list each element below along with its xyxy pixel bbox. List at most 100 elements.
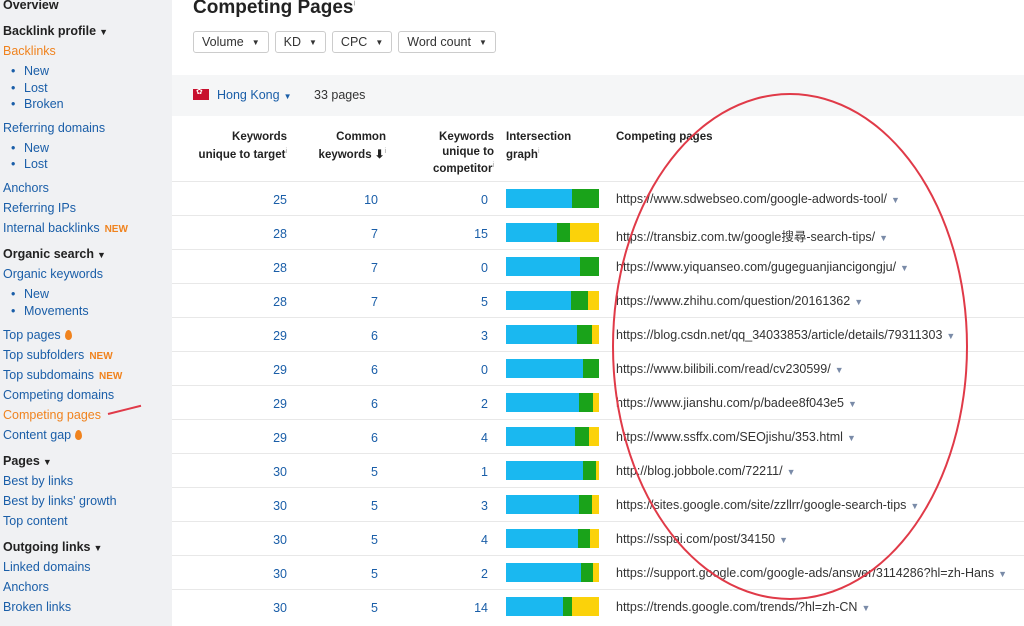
competing-page-link[interactable]: https://sspai.com/post/34150 ▼ <box>616 532 788 546</box>
filter-kd[interactable]: KD ▼ <box>274 31 326 53</box>
sidebar-item-referring-lost[interactable]: • Lost <box>11 156 48 172</box>
keywords-unique-to-target-cell[interactable]: 28 <box>247 261 287 275</box>
competing-page-url[interactable]: https://sites.google.com/site/zzllrr/goo… <box>616 498 906 512</box>
keywords-unique-to-target-cell[interactable]: 30 <box>247 499 287 513</box>
competing-page-url[interactable]: https://www.sdwebseo.com/google-adwords-… <box>616 192 887 206</box>
sidebar-item-top-subfolders[interactable]: Top subfolders NEW <box>3 347 113 365</box>
competing-page-link[interactable]: https://www.yiquanseo.com/gugeguanjianci… <box>616 260 909 274</box>
sidebar-item-organic-new[interactable]: • New <box>11 286 49 302</box>
keywords-unique-to-competitor-cell[interactable]: 2 <box>448 397 488 411</box>
sidebar-item-organic-movements[interactable]: • Movements <box>11 303 89 319</box>
competing-page-link[interactable]: https://www.jianshu.com/p/badee8f043e5 ▼ <box>616 396 857 410</box>
competing-page-link[interactable]: https://support.google.com/google-ads/an… <box>616 566 1007 580</box>
competing-page-url[interactable]: https://transbiz.com.tw/google搜尋-search-… <box>616 230 875 244</box>
common-keywords-cell[interactable]: 6 <box>338 397 378 411</box>
competing-page-url[interactable]: https://sspai.com/post/34150 <box>616 532 775 546</box>
chevron-down-icon[interactable]: ▼ <box>891 195 900 205</box>
column-header-common-keywords[interactable]: Common keywords ⬇i <box>292 130 386 162</box>
chevron-down-icon[interactable]: ▼ <box>787 467 796 477</box>
filter-cpc[interactable]: CPC ▼ <box>331 31 393 53</box>
country-selector[interactable]: Hong Kong ▼ <box>217 88 291 102</box>
common-keywords-cell[interactable]: 7 <box>338 261 378 275</box>
sidebar-organic-search[interactable]: Organic search ▼ <box>3 246 106 263</box>
chevron-down-icon[interactable]: ▼ <box>946 331 955 341</box>
sidebar-item-competing-pages[interactable]: Competing pages <box>3 407 101 423</box>
keywords-unique-to-competitor-cell[interactable]: 4 <box>448 431 488 445</box>
keywords-unique-to-competitor-cell[interactable]: 5 <box>448 295 488 309</box>
keywords-unique-to-target-cell[interactable]: 29 <box>247 363 287 377</box>
sidebar-backlink-profile[interactable]: Backlink profile ▼ <box>3 23 108 40</box>
common-keywords-cell[interactable]: 6 <box>338 329 378 343</box>
sidebar-item-backlinks-lost[interactable]: • Lost <box>11 80 48 96</box>
keywords-unique-to-competitor-cell[interactable]: 14 <box>448 601 488 615</box>
sidebar-item-competing-domains[interactable]: Competing domains <box>3 387 114 403</box>
sidebar-item-best-by-links-growth[interactable]: Best by links' growth <box>3 493 117 509</box>
sidebar-item-anchors[interactable]: Anchors <box>3 180 49 196</box>
competing-page-link[interactable]: https://www.sdwebseo.com/google-adwords-… <box>616 192 900 206</box>
chevron-down-icon[interactable]: ▼ <box>848 399 857 409</box>
sidebar-item-linked-domains[interactable]: Linked domains <box>3 559 91 575</box>
keywords-unique-to-target-cell[interactable]: 30 <box>247 465 287 479</box>
chevron-down-icon[interactable]: ▼ <box>779 535 788 545</box>
common-keywords-cell[interactable]: 7 <box>338 227 378 241</box>
common-keywords-cell[interactable]: 5 <box>338 533 378 547</box>
sidebar-item-backlinks[interactable]: Backlinks <box>3 43 56 59</box>
chevron-down-icon[interactable]: ▼ <box>900 263 909 273</box>
keywords-unique-to-target-cell[interactable]: 30 <box>247 567 287 581</box>
common-keywords-cell[interactable]: 5 <box>338 567 378 581</box>
competing-page-url[interactable]: https://www.bilibili.com/read/cv230599/ <box>616 362 831 376</box>
competing-page-link[interactable]: https://sites.google.com/site/zzllrr/goo… <box>616 498 919 512</box>
chevron-down-icon[interactable]: ▼ <box>847 433 856 443</box>
competing-page-url[interactable]: https://www.jianshu.com/p/badee8f043e5 <box>616 396 844 410</box>
sidebar-item-top-content[interactable]: Top content <box>3 513 68 529</box>
column-header-keywords-unique-to-target[interactable]: Keywords unique to targeti <box>187 130 287 162</box>
competing-page-url[interactable]: https://www.zhihu.com/question/20161362 <box>616 294 850 308</box>
common-keywords-cell[interactable]: 7 <box>338 295 378 309</box>
keywords-unique-to-target-cell[interactable]: 30 <box>247 533 287 547</box>
competing-page-link[interactable]: https://www.zhihu.com/question/20161362 ▼ <box>616 294 863 308</box>
competing-page-link[interactable]: https://www.bilibili.com/read/cv230599/ ▼ <box>616 362 844 376</box>
keywords-unique-to-target-cell[interactable]: 25 <box>247 193 287 207</box>
sidebar-item-top-subdomains[interactable]: Top subdomains NEW <box>3 367 122 385</box>
sidebar-item-content-gap[interactable]: Content gap <box>3 427 83 443</box>
keywords-unique-to-target-cell[interactable]: 28 <box>247 227 287 241</box>
info-icon[interactable]: i <box>353 0 355 8</box>
sidebar-item-referring-new[interactable]: • New <box>11 140 49 156</box>
sidebar-item-anchors-outgoing[interactable]: Anchors <box>3 579 49 595</box>
competing-page-link[interactable]: https://transbiz.com.tw/google搜尋-search-… <box>616 226 888 245</box>
sidebar-item-top-pages[interactable]: Top pages <box>3 327 72 343</box>
keywords-unique-to-competitor-cell[interactable]: 15 <box>448 227 488 241</box>
keywords-unique-to-target-cell[interactable]: 29 <box>247 329 287 343</box>
keywords-unique-to-competitor-cell[interactable]: 2 <box>448 567 488 581</box>
sidebar-item-internal-backlinks[interactable]: Internal backlinks NEW <box>3 220 128 238</box>
keywords-unique-to-target-cell[interactable]: 30 <box>247 601 287 615</box>
competing-page-url[interactable]: https://blog.csdn.net/qq_34033853/articl… <box>616 328 942 342</box>
filter-volume[interactable]: Volume ▼ <box>193 31 269 53</box>
competing-page-link[interactable]: https://trends.google.com/trends/?hl=zh-… <box>616 600 870 614</box>
sidebar-item-backlinks-new[interactable]: • New <box>11 63 49 79</box>
competing-page-link[interactable]: http://blog.jobbole.com/72211/ ▼ <box>616 464 795 478</box>
sidebar-item-referring-domains[interactable]: Referring domains <box>3 120 105 136</box>
common-keywords-cell[interactable]: 6 <box>338 363 378 377</box>
keywords-unique-to-target-cell[interactable]: 29 <box>247 397 287 411</box>
common-keywords-cell[interactable]: 10 <box>338 193 378 207</box>
chevron-down-icon[interactable]: ▼ <box>879 233 888 243</box>
common-keywords-cell[interactable]: 5 <box>338 601 378 615</box>
chevron-down-icon[interactable]: ▼ <box>998 569 1007 579</box>
competing-page-url[interactable]: http://blog.jobbole.com/72211/ <box>616 464 783 478</box>
common-keywords-cell[interactable]: 6 <box>338 431 378 445</box>
sidebar-item-best-by-links[interactable]: Best by links <box>3 473 73 489</box>
chevron-down-icon[interactable]: ▼ <box>854 297 863 307</box>
keywords-unique-to-target-cell[interactable]: 28 <box>247 295 287 309</box>
sidebar-item-organic-keywords[interactable]: Organic keywords <box>3 266 103 282</box>
competing-page-link[interactable]: https://blog.csdn.net/qq_34033853/articl… <box>616 328 955 342</box>
sidebar-outgoing-links[interactable]: Outgoing links ▼ <box>3 539 102 556</box>
column-header-keywords-unique-to-competitor[interactable]: Keywords unique to competitori <box>402 130 494 176</box>
sidebar-item-backlinks-broken[interactable]: • Broken <box>11 96 64 112</box>
sidebar-overview[interactable]: Overview <box>3 0 59 13</box>
chevron-down-icon[interactable]: ▼ <box>835 365 844 375</box>
competing-page-url[interactable]: https://support.google.com/google-ads/an… <box>616 566 994 580</box>
keywords-unique-to-competitor-cell[interactable]: 0 <box>448 363 488 377</box>
chevron-down-icon[interactable]: ▼ <box>861 603 870 613</box>
common-keywords-cell[interactable]: 5 <box>338 499 378 513</box>
